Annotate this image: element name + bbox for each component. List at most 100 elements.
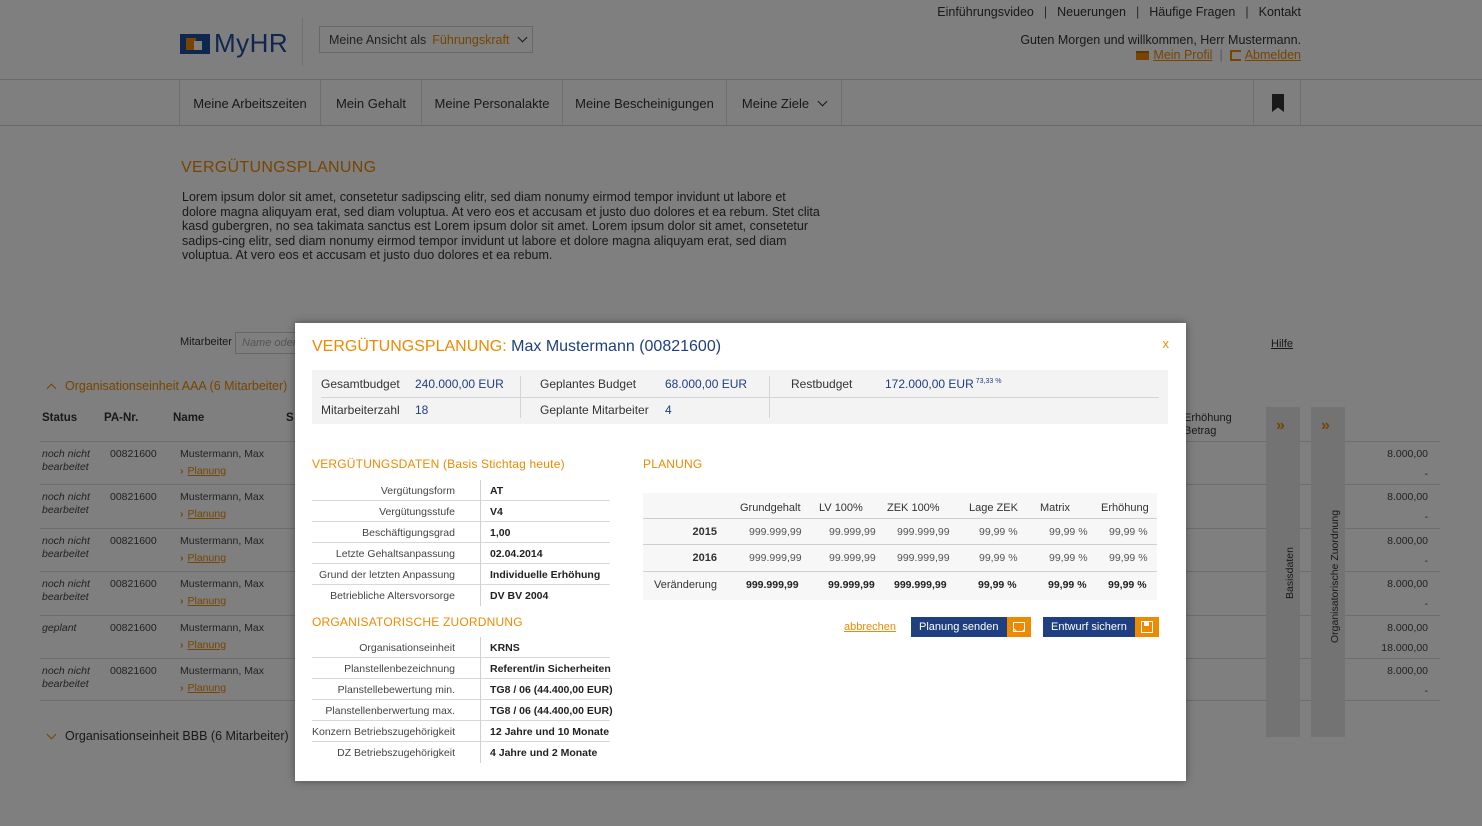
data-value: Individuelle Erhöhung — [490, 569, 601, 581]
plan-cell: 99,99 % — [978, 579, 1017, 591]
divider — [480, 679, 481, 700]
data-key: Beschäftigungsgrad — [362, 527, 455, 539]
data-key: Betriebliche Altersvorsorge — [330, 590, 455, 602]
data-row: Konzern Betriebszugehörigkeit 12 Jahre un… — [312, 721, 610, 742]
data-row: Letzte Gehaltsanpassung 02.04.2014 — [312, 543, 610, 564]
send-planning-button[interactable]: Planung senden — [911, 617, 1031, 637]
data-key: Planstellenberwertung max. — [325, 705, 455, 717]
planung-table: Grundgehalt LV 100% ZEK 100% Lage ZEK Ma… — [643, 493, 1157, 600]
plan-cell: 999.999,99 — [746, 579, 799, 591]
summary-divider — [520, 376, 521, 418]
divider — [480, 564, 481, 585]
divider — [480, 658, 481, 679]
plan-row-label: 2016 — [692, 552, 717, 564]
data-key: Vergütungsstufe — [379, 506, 455, 518]
data-row: Betriebliche Altersvorsorge DV BV 2004 — [312, 585, 610, 606]
close-button[interactable]: x — [1163, 336, 1170, 351]
restbudget-label: Restbudget — [791, 377, 853, 391]
gesamtbudget-value: 240.000,00 EUR — [415, 377, 504, 391]
planung-title: PLANUNG — [643, 457, 703, 471]
restbudget-value: 172.000,00 EUR 73,33 % — [885, 377, 1001, 391]
divider — [480, 543, 481, 564]
planning-modal: VERGÜTUNGSPLANUNG: Max Mustermann (00821… — [295, 323, 1186, 781]
plan-cell: 99,99 % — [1049, 526, 1088, 538]
data-value: 02.04.2014 — [490, 548, 543, 560]
plan-cell: 99.999,99 — [829, 526, 876, 538]
plan-header: Erhöhung — [1101, 502, 1149, 514]
divider — [480, 585, 481, 606]
plan-cell: 99,99 % — [1048, 579, 1087, 591]
data-key: Vergütungsform — [380, 485, 455, 497]
plan-cell: 999.999,99 — [897, 526, 950, 538]
save-icon — [1134, 617, 1159, 637]
data-key: DZ Betriebszugehörigkeit — [337, 747, 455, 759]
mail-icon — [1006, 617, 1031, 637]
data-row: Grund der letzten Anpassung Individuelle … — [312, 564, 610, 585]
divider — [480, 501, 481, 522]
data-key: Organisationseinheit — [359, 642, 455, 654]
data-value: DV BV 2004 — [490, 590, 549, 602]
disk-shape — [1140, 621, 1153, 633]
divider — [480, 700, 481, 721]
summary-divider — [769, 376, 770, 418]
data-row: Vergütungsstufe V4 — [312, 501, 610, 522]
data-row: Organisationseinheit KRNS — [312, 637, 610, 658]
plan-row-label: Veränderung — [654, 579, 717, 591]
plan-cell: 999.999,99 — [749, 552, 802, 564]
plan-cell: 999.999,99 — [894, 579, 947, 591]
plan-cell: 999.999,99 — [897, 552, 950, 564]
plan-cell: 99,99 % — [979, 552, 1018, 564]
plan-cell: 99,99 % — [1109, 552, 1148, 564]
divider — [480, 721, 481, 742]
data-value: 12 Jahre und 10 Monate — [490, 726, 610, 738]
budget-summary: Gesamtbudget 240.000,00 EUR Geplantes Bu… — [312, 370, 1168, 424]
divider — [480, 637, 481, 658]
plan-row-label: 2015 — [692, 526, 717, 538]
mitarbeiterzahl-label: Mitarbeiterzahl — [321, 403, 400, 417]
divider — [480, 522, 481, 543]
cancel-link[interactable]: abbrechen — [844, 621, 896, 633]
data-value: TG8 / 06 (44.400,00 EUR) — [490, 705, 613, 717]
data-row: DZ Betriebszugehörigkeit 4 Jahre und 2 Mo… — [312, 742, 610, 763]
data-value: 4 Jahre und 2 Monate — [490, 747, 598, 759]
gesamtbudget-label: Gesamtbudget — [321, 377, 400, 391]
data-value: V4 — [490, 506, 503, 518]
plan-cell: 999.999,99 — [749, 526, 802, 538]
plan-cell: 99,99 % — [1108, 579, 1147, 591]
plan-cell: 99,99 % — [1109, 526, 1148, 538]
plan-header: Grundgehalt — [740, 502, 801, 514]
modal-title-name: Max Mustermann (00821600) — [511, 338, 722, 355]
plan-header: Lage ZEK — [969, 502, 1018, 514]
data-row: Beschäftigungsgrad 1,00 — [312, 522, 610, 543]
plan-cell: 99.999,99 — [828, 579, 875, 591]
geplantes-budget-label: Geplantes Budget — [540, 377, 637, 391]
data-key: Planstellenbezeichnung — [344, 663, 455, 675]
save-draft-button[interactable]: Entwurf sichern — [1043, 617, 1159, 637]
data-key: Letzte Gehaltsanpassung — [335, 548, 455, 560]
plan-cell: 99,99 % — [1049, 552, 1088, 564]
data-row: Planstellenbezeichnung Referent/in Sicher… — [312, 658, 611, 679]
data-row: Planstellenberwertung max. TG8 / 06 (44.4… — [312, 700, 613, 721]
data-value: KRNS — [490, 642, 520, 654]
divider — [480, 480, 481, 501]
data-value: 1,00 — [490, 527, 511, 539]
plan-row-change: Veränderung 999.999,99 99.999,99 999.999… — [643, 571, 1157, 597]
geplante-mitarbeiter-value: 4 — [665, 403, 672, 417]
modal-title-prefix: VERGÜTUNGSPLANUNG: — [312, 338, 507, 355]
data-value: AT — [490, 485, 504, 497]
plan-row: 2016 999.999,99 99.999,99 999.999,99 99,… — [643, 544, 1157, 570]
data-value: TG8 / 06 (44.400,00 EUR) — [490, 684, 613, 696]
data-row: Vergütungsform AT — [312, 480, 610, 501]
verguetungsdaten-title: VERGÜTUNGSDATEN (Basis Stichtag heute) — [312, 457, 565, 471]
modal-title: VERGÜTUNGSPLANUNG: Max Mustermann (00821… — [312, 338, 721, 356]
org-zuordnung-title: ORGANISATORISCHE ZUORDNUNG — [312, 615, 523, 629]
geplante-mitarbeiter-label: Geplante Mitarbeiter — [540, 403, 649, 417]
data-key: Planstellebewertung min. — [337, 684, 455, 696]
data-row: Planstellebewertung min. TG8 / 06 (44.400… — [312, 679, 613, 700]
restbudget-amount: 172.000,00 EUR — [885, 377, 974, 391]
divider — [480, 742, 481, 763]
plan-cell: 99,99 % — [979, 526, 1018, 538]
plan-cell: 99.999,99 — [829, 552, 876, 564]
geplantes-budget-value: 68.000,00 EUR — [665, 377, 748, 391]
restbudget-percent: 73,33 % — [975, 378, 1002, 385]
